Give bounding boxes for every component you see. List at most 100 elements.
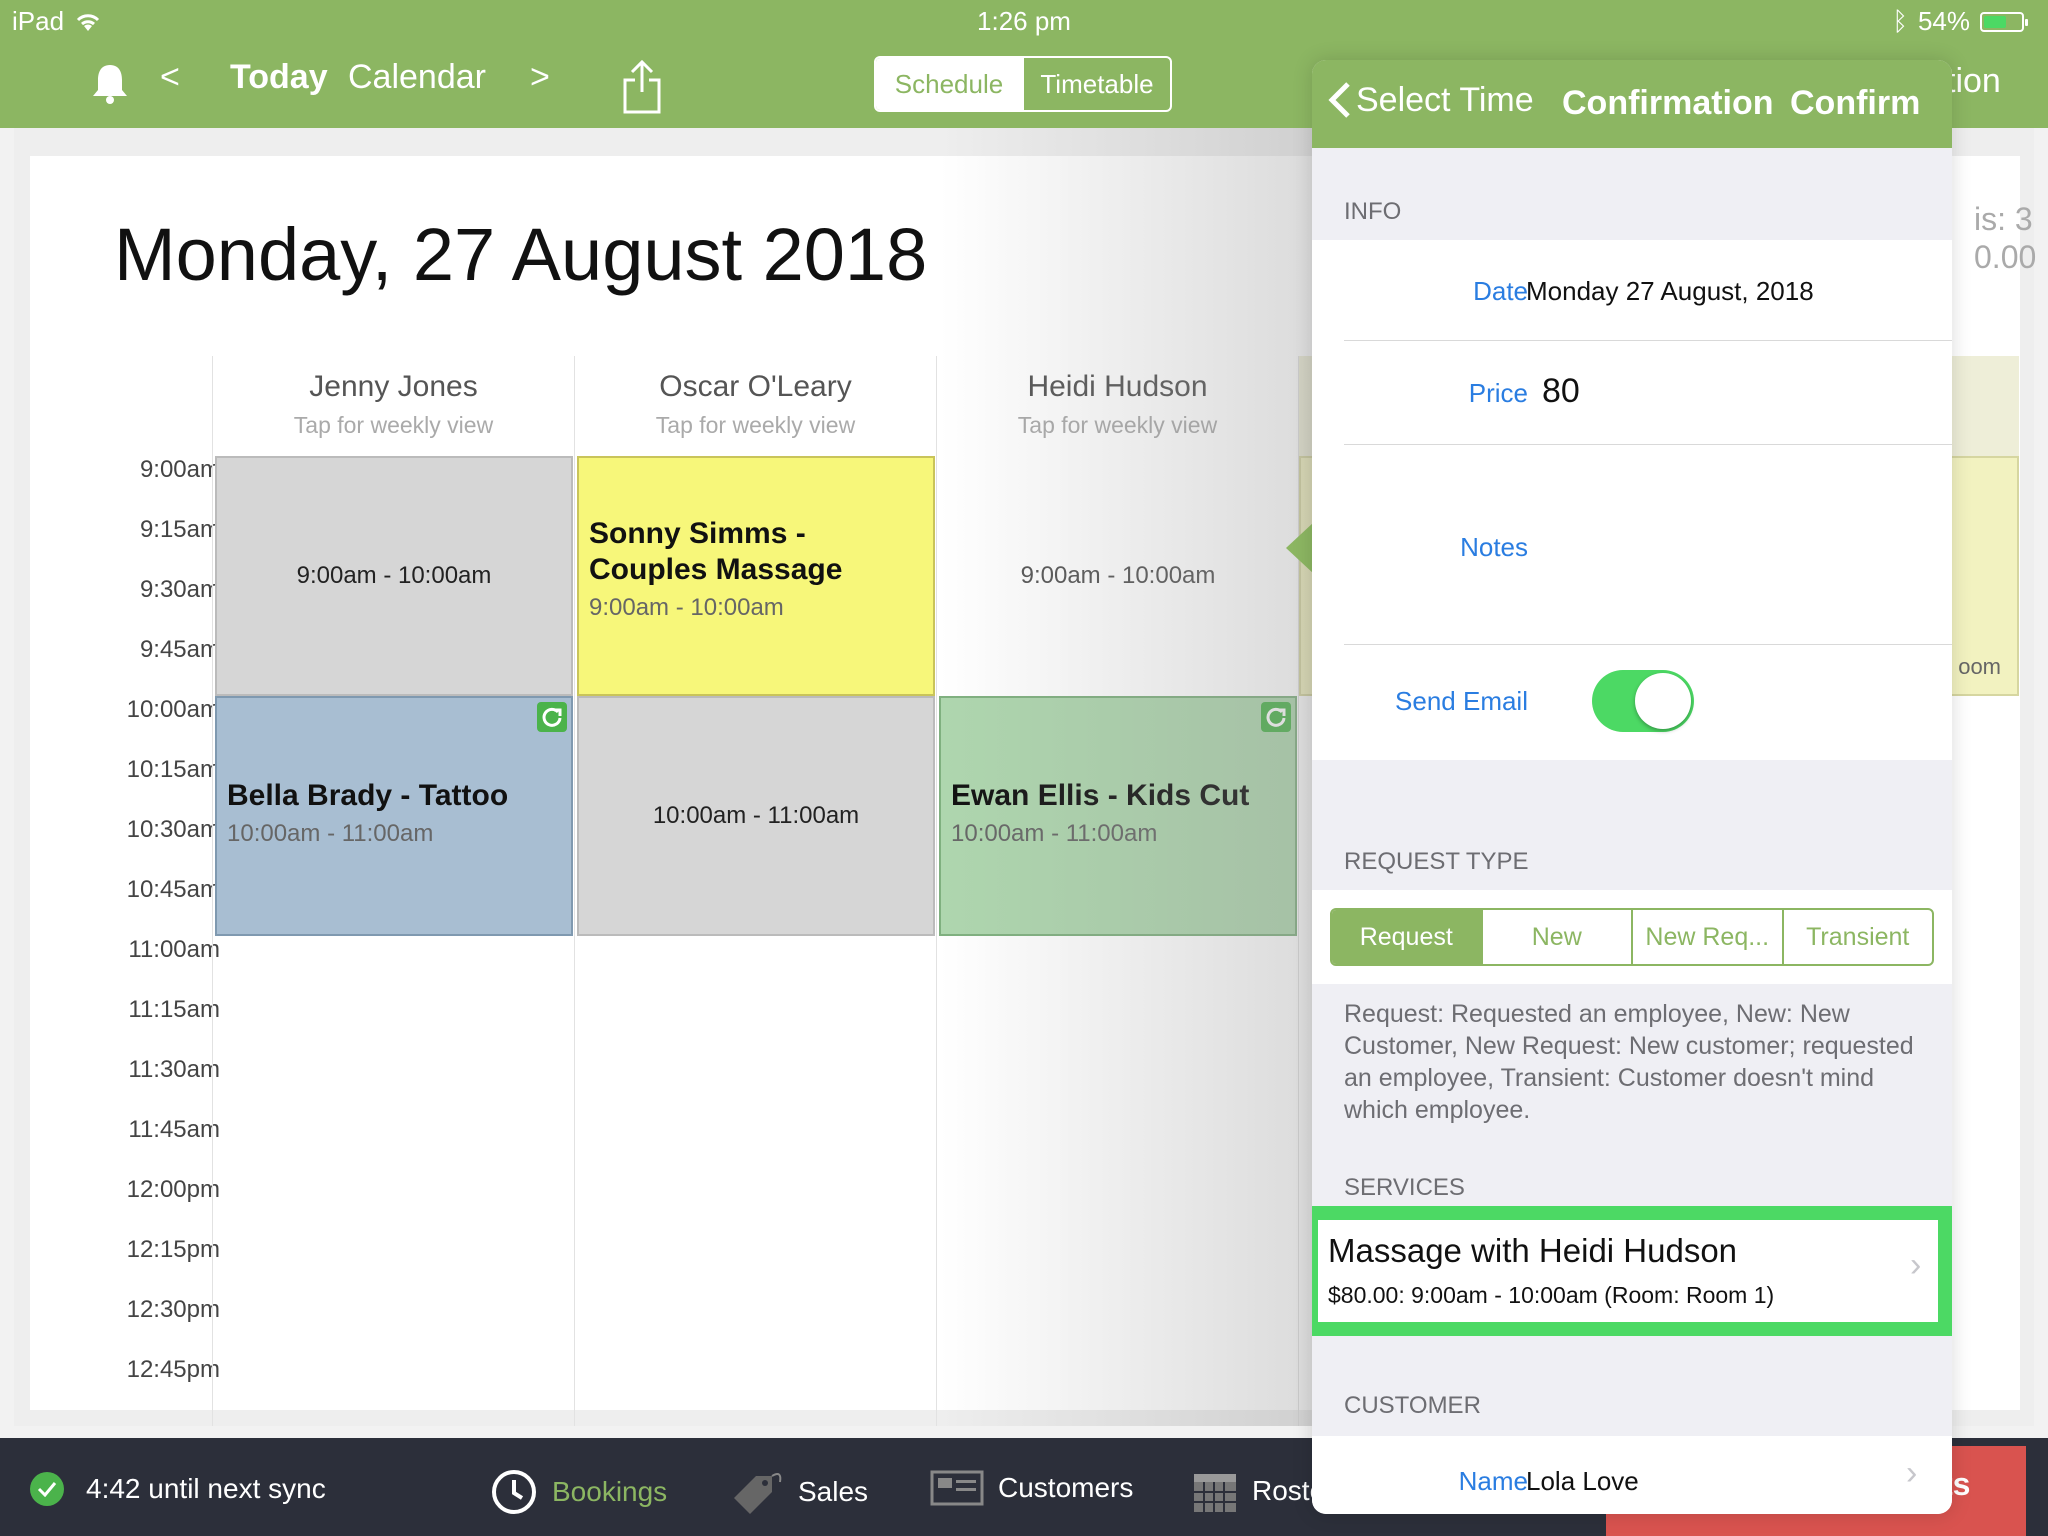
staff-column-header[interactable]: Oscar O'Leary Tap for weekly view: [575, 356, 936, 456]
today-button[interactable]: Today: [230, 58, 328, 97]
popover-pointer: [1286, 522, 1314, 574]
page-title: Monday, 27 August 2018: [114, 213, 928, 296]
request-type-request[interactable]: Request: [1332, 910, 1481, 964]
send-email-toggle[interactable]: [1592, 670, 1694, 732]
time-label: 11:15am: [128, 996, 220, 1023]
send-email-label: Send Email: [1395, 686, 1528, 716]
tab-label: Sales: [798, 1476, 869, 1507]
chevron-right-icon: ›: [1910, 1246, 1922, 1284]
back-button-label: Select Time: [1356, 80, 1534, 119]
customers-icon: [930, 1470, 984, 1506]
staff-column-jenny-jones: Jenny Jones Tap for weekly view 9:00am -…: [212, 356, 574, 1426]
time-label: 12:15pm: [126, 1236, 220, 1263]
sync-ok-icon: [30, 1472, 64, 1506]
share-icon[interactable]: [622, 59, 662, 123]
recurring-icon: [537, 702, 567, 732]
date-row: Date Monday 27 August, 2018: [1344, 240, 1952, 340]
tab-label: Bookings: [552, 1476, 668, 1507]
booking-bella-brady[interactable]: Bella Brady - Tattoo 10:00am - 11:00am: [215, 696, 573, 936]
staff-name: Heidi Hudson: [1027, 370, 1208, 403]
chevron-left-icon: [1328, 82, 1350, 118]
staff-column-header[interactable]: Heidi Hudson Tap for weekly view: [937, 356, 1298, 456]
customer-section-header: CUSTOMER: [1344, 1392, 1481, 1419]
service-detail: $80.00: 9:00am - 10:00am (Room: Room 1): [1328, 1282, 1775, 1308]
time-label: 11:30am: [128, 1056, 220, 1083]
tab-bookings[interactable]: Bookings: [490, 1468, 667, 1516]
customer-group: Name Lola Love ›: [1312, 1436, 1952, 1514]
previous-day-button[interactable]: <: [160, 58, 180, 97]
customer-name-row[interactable]: Name Lola Love ›: [1344, 1436, 1952, 1514]
booking-title: Bella Brady - Tattoo: [227, 779, 509, 812]
request-type-section-header: REQUEST TYPE: [1344, 848, 1529, 875]
summary-peek: is: 3 0.00: [1974, 200, 2036, 276]
booking-ewan-ellis[interactable]: Ewan Ellis - Kids Cut 10:00am - 11:00am: [939, 696, 1297, 936]
summary-peek-line: 0.00: [1974, 239, 2037, 275]
tab-roster[interactable]: Roste: [1192, 1468, 1325, 1514]
booking-title: Ewan Ellis - Kids Cut: [951, 779, 1250, 812]
staff-column-header[interactable]: Jenny Jones Tap for weekly view: [213, 356, 574, 456]
back-button[interactable]: Select Time: [1326, 80, 1534, 120]
calendar-button[interactable]: Calendar: [348, 58, 486, 97]
date-value: Monday 27 August, 2018: [1526, 276, 1814, 306]
confirmation-popover: Select Time Confirmation Confirm INFO Da…: [1312, 60, 1952, 1514]
notes-row[interactable]: Notes: [1344, 444, 1952, 644]
chevron-right-icon: ›: [1906, 1454, 1918, 1492]
booking-sonny-simms[interactable]: Sonny Simms - Couples Massage 9:00am - 1…: [577, 456, 935, 696]
recurring-icon: [1261, 702, 1291, 732]
time-label: 12:00pm: [126, 1176, 220, 1203]
schedule-tab[interactable]: Schedule: [876, 58, 1022, 110]
staff-name: Oscar O'Leary: [659, 370, 852, 403]
price-label: Price: [1468, 378, 1528, 408]
customer-name-label: Name: [1458, 1466, 1528, 1496]
customer-name-value: Lola Love: [1526, 1466, 1639, 1496]
date-label: Date: [1473, 276, 1528, 306]
next-day-button[interactable]: >: [530, 58, 550, 97]
summary-peek-line: is: 3: [1974, 201, 2033, 237]
clock-icon: [492, 1470, 536, 1514]
staff-name: Jenny Jones: [309, 370, 478, 403]
info-section-header: INFO: [1344, 198, 1402, 225]
battery-icon: [1980, 11, 2028, 32]
weekly-view-hint: Tap for weekly view: [1017, 412, 1218, 438]
confirm-button[interactable]: Confirm: [1790, 84, 1920, 123]
popover-title: Confirmation: [1562, 84, 1774, 122]
timetable-tab[interactable]: Timetable: [1022, 58, 1170, 110]
weekly-view-hint: Tap for weekly view: [293, 412, 494, 438]
time-label: 9:00am: [139, 456, 220, 483]
price-row[interactable]: Price 80: [1344, 340, 1952, 444]
price-input[interactable]: 80: [1542, 372, 1580, 411]
header-right-partial-label[interactable]: tion: [1946, 62, 2001, 101]
bluetooth-icon: ᛒ: [1892, 6, 1908, 36]
request-type-new[interactable]: New: [1480, 910, 1632, 964]
time-label: 9:15am: [139, 516, 220, 543]
time-label: 9:45am: [139, 636, 220, 663]
time-label: 9:30am: [139, 576, 220, 603]
open-slot[interactable]: 9:00am - 10:00am: [215, 456, 573, 696]
sync-text: 4:42 until next sync: [86, 1473, 326, 1504]
time-label: 10:15am: [126, 756, 220, 783]
booking-time: 10:00am - 11:00am: [951, 820, 1158, 847]
open-slot[interactable]: 10:00am - 11:00am: [577, 696, 935, 936]
time-label: 12:30pm: [126, 1296, 220, 1323]
status-time: 1:26 pm: [977, 6, 1071, 36]
service-row-highlighted[interactable]: Massage with Heidi Hudson $80.00: 9:00am…: [1312, 1206, 1952, 1336]
price-tag-icon: [734, 1473, 782, 1514]
time-label: 11:00am: [128, 936, 220, 963]
tab-sales[interactable]: Sales: [730, 1468, 868, 1516]
booking-time: 9:00am - 10:00am: [589, 594, 784, 621]
request-type-new-request[interactable]: New Req...: [1631, 910, 1782, 964]
services-section-header: SERVICES: [1344, 1174, 1465, 1201]
staff-column-heidi-hudson: Heidi Hudson Tap for weekly view 9:00am …: [936, 356, 1298, 1426]
service-title: Massage with Heidi Hudson: [1328, 1232, 1738, 1269]
tab-customers[interactable]: Customers: [930, 1468, 1133, 1508]
sync-status: 4:42 until next sync: [30, 1472, 326, 1506]
info-group: Date Monday 27 August, 2018 Price 80 Not…: [1312, 240, 1952, 760]
staff-column-oscar-oleary: Oscar O'Leary Tap for weekly view Sonny …: [574, 356, 936, 1426]
status-right: ᛒ 54%: [1892, 6, 2028, 37]
request-type-transient[interactable]: Transient: [1781, 910, 1933, 964]
tab-label: Customers: [998, 1472, 1134, 1503]
weekly-view-hint: Tap for weekly view: [655, 412, 856, 438]
selected-slot[interactable]: 9:00am - 10:00am: [939, 456, 1297, 696]
booking-title: Sonny Simms - Couples Massage: [589, 517, 843, 586]
notifications-bell-icon[interactable]: [90, 62, 130, 113]
